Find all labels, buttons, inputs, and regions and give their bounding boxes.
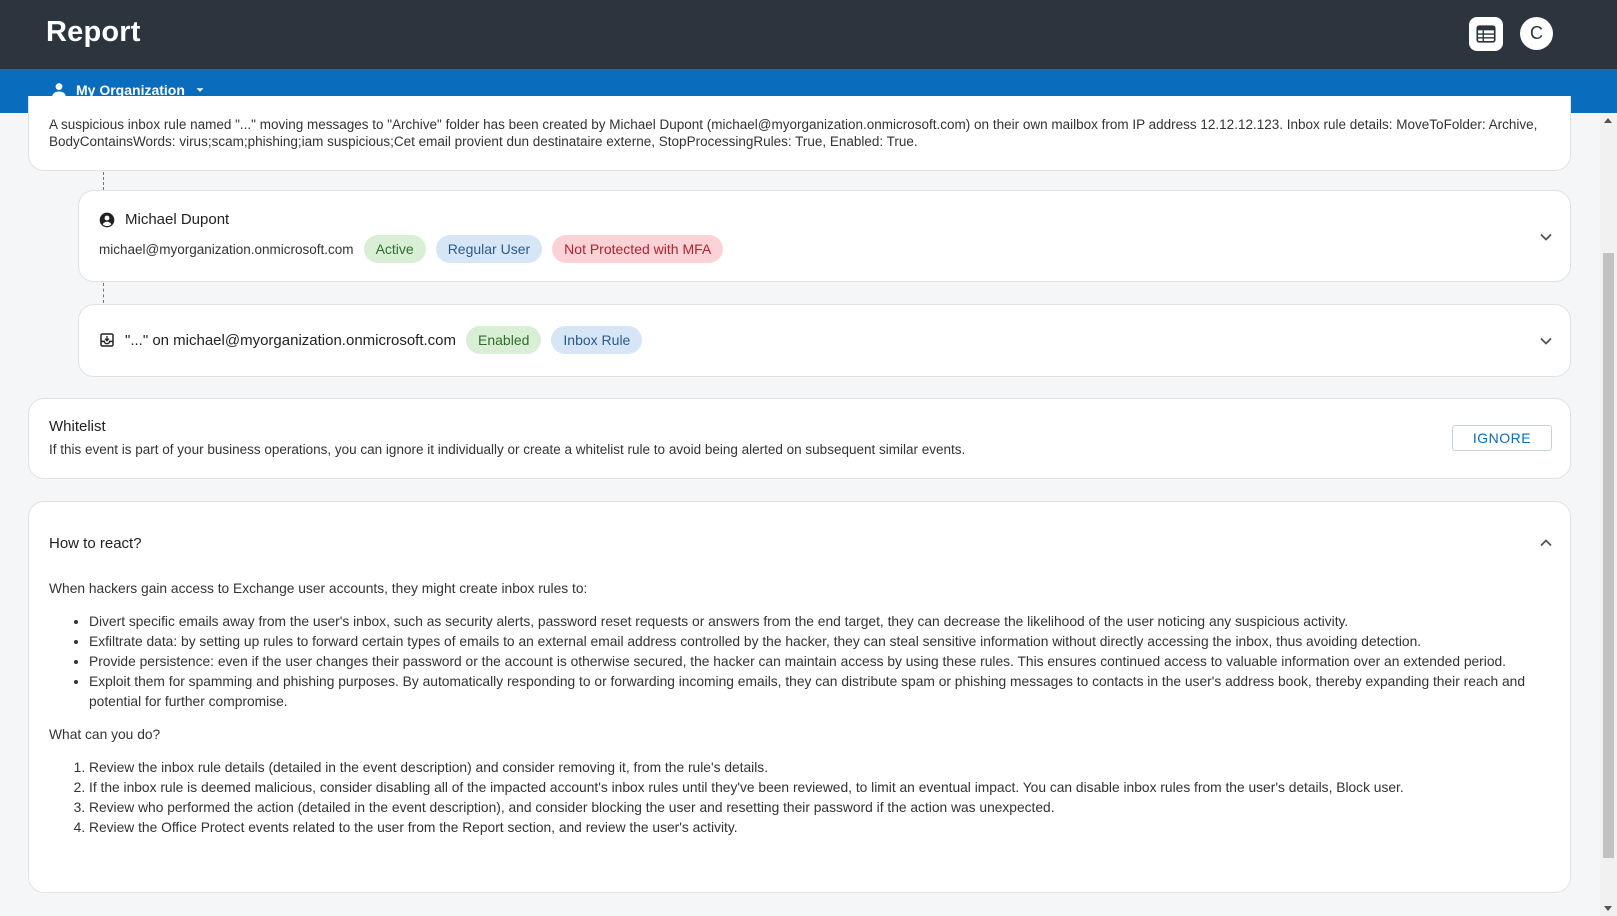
page-title: Report (46, 16, 141, 48)
how-to-react-intro: When hackers gain access to Exchange use… (49, 581, 588, 596)
inbox-rule-entity-card[interactable]: "..." on michael@myorganization.onmicros… (78, 304, 1571, 377)
list-item: Review the Office Protect events related… (89, 818, 1554, 838)
chevron-down-icon[interactable] (1536, 331, 1556, 351)
user-entity-card[interactable]: Michael Dupont michael@myorganization.on… (78, 190, 1571, 282)
chevron-up-icon[interactable] (1536, 533, 1556, 553)
calendar-button[interactable] (1469, 17, 1503, 51)
rule-state-badge: Enabled (466, 326, 542, 354)
event-description: A suspicious inbox rule named "..." movi… (49, 117, 1538, 149)
ignore-button[interactable]: IGNORE (1452, 425, 1552, 451)
inbox-rule-header: "..." on michael@myorganization.onmicros… (99, 326, 643, 354)
how-to-react-body: When hackers gain access to Exchange use… (49, 579, 1554, 851)
list-item: Exploit them for spamming and phishing p… (89, 672, 1554, 712)
list-item: Divert specific emails away from the use… (89, 612, 1554, 632)
list-item: Review the inbox rule details (detailed … (89, 758, 1554, 778)
mfa-badge: Not Protected with MFA (552, 235, 724, 263)
user-avatar[interactable]: C (1520, 17, 1553, 50)
actions-list: Review the inbox rule details (detailed … (89, 758, 1554, 838)
user-entity-details: michael@myorganization.onmicrosoft.com A… (99, 235, 724, 263)
page-scrollbar[interactable] (1600, 113, 1617, 916)
app-header: Report C (0, 0, 1617, 69)
attack-purposes-list: Divert specific emails away from the use… (89, 612, 1554, 712)
user-name[interactable]: Michael Dupont (125, 211, 229, 228)
inbox-rule-title[interactable]: "..." on michael@myorganization.onmicros… (125, 332, 456, 349)
account-circle-icon (99, 212, 115, 227)
user-entity-header: Michael Dupont (99, 211, 229, 228)
avatar-initial: C (1530, 23, 1543, 43)
whitelist-text: If this event is part of your business o… (49, 442, 966, 457)
actions-intro: What can you do? (49, 727, 161, 742)
caret-down-icon (196, 88, 204, 92)
how-to-react-card: How to react? When hackers gain access t… (28, 501, 1571, 893)
list-item: If the inbox rule is deemed malicious, c… (89, 778, 1554, 798)
connector-line (103, 172, 104, 190)
whitelist-card: Whitelist If this event is part of your … (28, 398, 1571, 479)
rule-type-badge: Inbox Rule (551, 326, 643, 354)
connector-line (103, 283, 104, 303)
scroll-down-arrow[interactable] (1604, 906, 1612, 911)
chevron-down-icon[interactable] (1536, 227, 1556, 247)
whitelist-heading: Whitelist (49, 418, 106, 435)
scroll-up-arrow[interactable] (1604, 118, 1612, 123)
list-item: Exfiltrate data: by setting up rules to … (89, 632, 1554, 652)
user-email: michael@myorganization.onmicrosoft.com (99, 241, 354, 257)
how-to-react-heading[interactable]: How to react? (49, 535, 142, 552)
scrollbar-thumb[interactable] (1603, 253, 1614, 858)
list-item: Provide persistence: even if the user ch… (89, 652, 1554, 672)
calendar-table-icon (1476, 25, 1496, 43)
status-badge: Active (363, 235, 426, 263)
event-description-card: A suspicious inbox rule named "..." movi… (28, 96, 1571, 171)
list-item: Review who performed the action (detaile… (89, 798, 1554, 818)
inbox-icon (100, 333, 114, 347)
role-badge: Regular User (435, 235, 543, 263)
